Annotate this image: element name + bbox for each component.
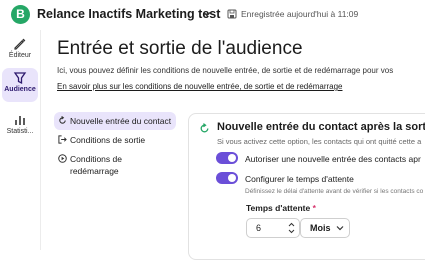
left-sidebar: Éditeur Audience Statisti... [0,30,41,250]
stepper-arrows-icon[interactable] [288,221,295,235]
chevron-down-icon[interactable] [202,9,212,19]
subnav-item-restart[interactable]: Conditions de redémarrage [54,150,176,180]
wait-time-toggle[interactable] [216,172,238,184]
wait-unit-value: Mois [310,223,331,233]
reentry-toggle[interactable] [216,152,238,164]
subnav-item-label: Conditions de sortie [70,135,146,145]
exit-icon [58,135,67,144]
wait-time-input[interactable]: 6 [246,218,300,238]
reentry-toggle-label: Autoriser une nouvelle entrée des contac… [245,154,421,164]
learn-more-link[interactable]: En savoir plus sur les conditions de nou… [57,82,343,91]
sidebar-item-audience[interactable]: Audience [2,68,38,102]
editor-icon [14,38,26,50]
refresh-icon [59,116,66,124]
refresh-icon [200,123,209,133]
wait-time-value: 6 [256,223,262,233]
campaign-title[interactable]: Relance Inactifs Marketing test [37,7,220,21]
page-title: Entrée et sortie de l'audience [57,38,303,59]
wait-time-hint: Définissez le délai d'attente avant de v… [245,188,424,195]
reentry-settings-card: Nouvelle entrée du contact après la sort… [188,113,425,260]
section-nav: Nouvelle entrée du contact Conditions de… [54,112,176,181]
top-bar: B Relance Inactifs Marketing test Enregi… [0,0,425,30]
subnav-item-label: Conditions de redémarrage [70,154,122,176]
sidebar-item-label: Statisti... [6,128,34,135]
subnav-item-reentry[interactable]: Nouvelle entrée du contact [54,112,176,130]
chevron-down-icon [336,226,344,231]
subnav-item-exit[interactable]: Conditions de sortie [54,131,176,149]
sidebar-item-label: Audience [4,86,36,93]
sidebar-item-editor[interactable]: Éditeur [2,34,38,68]
intro-text: Ici, vous pouvez définir les conditions … [57,66,394,75]
wait-time-toggle-label: Configurer le temps d'attente [245,174,354,184]
card-title: Nouvelle entrée du contact après la sort… [217,121,425,133]
card-description: Si vous activez cette option, les contac… [217,137,422,146]
required-mark: * [312,203,316,213]
audience-icon [13,72,27,85]
wait-time-label-text: Temps d'attente [246,203,311,213]
save-icon [227,9,237,19]
stats-icon [15,116,25,125]
save-status: Enregistrée aujourd'hui à 11:09 [241,9,359,19]
wait-unit-select[interactable]: Mois [300,218,350,238]
sidebar-item-label: Éditeur [8,52,32,59]
brand-logo[interactable]: B [11,5,30,24]
wait-time-label: Temps d'attente * [246,203,316,213]
sidebar-item-stats[interactable]: Statisti... [2,110,38,144]
play-circle-icon [58,154,67,163]
subnav-item-label: Nouvelle entrée du contact [70,116,172,126]
